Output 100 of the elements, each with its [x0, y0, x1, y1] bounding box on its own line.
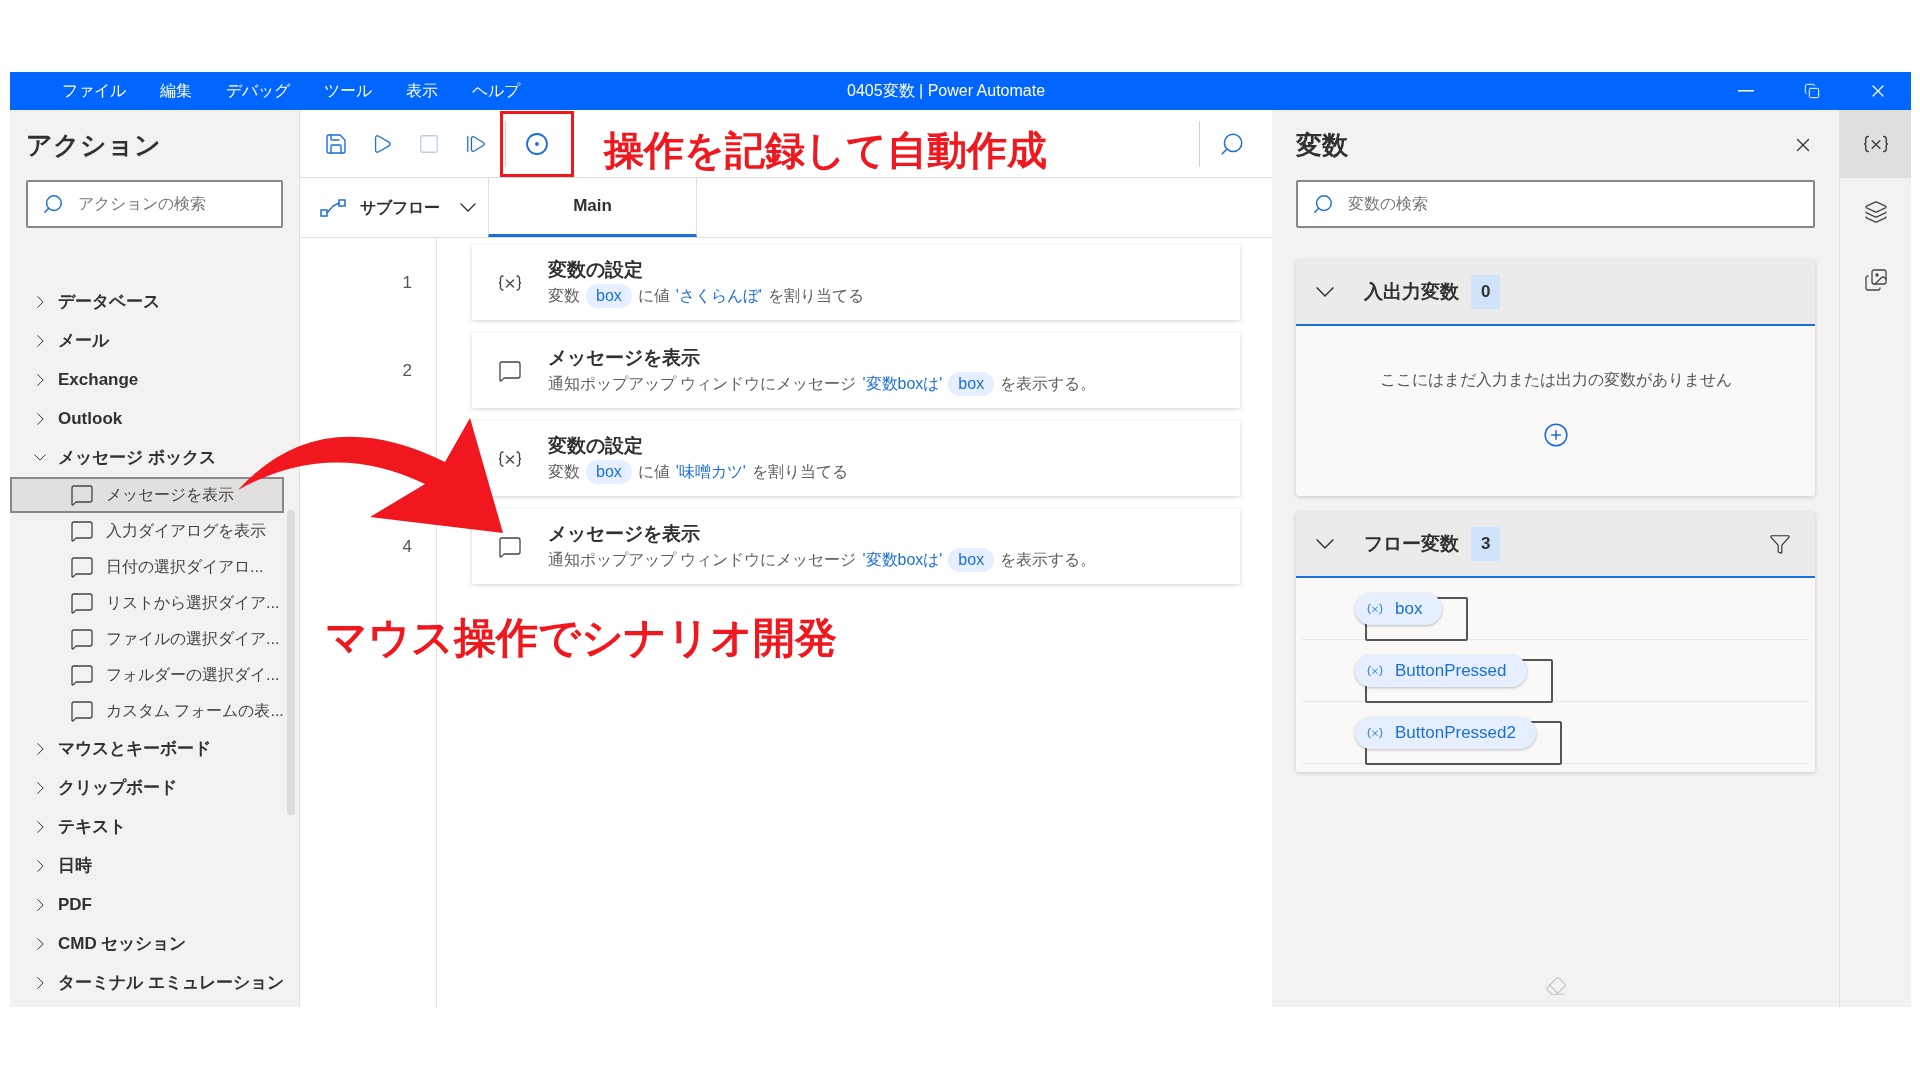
value-literal: '味噌カツ' [675, 461, 746, 482]
variable-chip: box [586, 459, 632, 484]
tree-item[interactable]: データベース [10, 282, 160, 321]
line-number: 4 [402, 535, 412, 558]
section-header[interactable]: フロー変数 3 [1296, 512, 1815, 578]
count-badge: 0 [1471, 275, 1501, 309]
panel-title: 変数 [1296, 128, 1348, 162]
tree-item[interactable]: 入力ダイアログを表示 [10, 513, 284, 549]
record-button[interactable] [500, 110, 574, 177]
message-icon [70, 627, 94, 651]
variable-chip: box [948, 547, 995, 572]
section-title: 入出力変数 [1364, 279, 1459, 304]
restore-icon [1804, 83, 1820, 99]
variable-icon [498, 448, 522, 469]
empty-message: ここにはまだ入力または出力の変数がありません [1379, 370, 1732, 390]
tree-item[interactable]: ターミナル エミュレーション [10, 963, 284, 1002]
variable-icon [1367, 602, 1383, 615]
subflow-icon [320, 197, 346, 218]
chevron-icon [36, 898, 44, 911]
tree-item[interactable]: Outlook [10, 399, 123, 438]
add-button[interactable] [1542, 422, 1569, 448]
variable-chip[interactable]: ButtonPressed [1355, 654, 1527, 687]
variable-chip[interactable]: ButtonPressed2 [1355, 716, 1536, 749]
tab[interactable]: Main [488, 178, 697, 237]
minimize-icon [1738, 90, 1754, 92]
variable-chip: box [948, 371, 995, 396]
variable-icon [498, 272, 522, 293]
chevron-icon [36, 859, 44, 872]
message-icon [70, 483, 94, 507]
tree-item[interactable]: フォルダーの選択ダイ... [10, 657, 284, 693]
action-title: 変数の設定 [548, 257, 644, 282]
menu-item[interactable]: ツール [322, 79, 374, 103]
value-literal: '変数boxは' [862, 549, 943, 570]
message-icon [70, 555, 94, 579]
add-icon [1542, 422, 1569, 448]
search-icon [1312, 193, 1334, 215]
search-field[interactable]: 変数の検索 [1296, 180, 1815, 228]
chevron-icon [36, 373, 44, 386]
tree-item[interactable]: カスタム フォームの表... [10, 693, 284, 729]
tree-item[interactable]: Exchange [10, 360, 139, 399]
tree-item[interactable]: PDF [10, 885, 92, 924]
menu-item[interactable]: ファイル [60, 79, 128, 103]
section-header[interactable]: 入出力変数 0 [1296, 260, 1815, 326]
images-icon [1863, 268, 1888, 292]
menu-item[interactable]: 表示 [404, 79, 440, 103]
tree-item[interactable]: マウスとキーボード [10, 729, 211, 768]
step-text: 通知ポップアップ ウィンドウにメッセージ [548, 549, 857, 570]
record-icon [525, 131, 549, 156]
search-field[interactable]: アクションの検索 [26, 180, 283, 228]
message-icon [70, 699, 94, 723]
subflow-button[interactable]: サブフロー [300, 178, 488, 237]
window-title: 0405変数 | Power Automate [847, 81, 1046, 101]
stop-icon [417, 132, 440, 155]
step-text: を表示する。 [1000, 373, 1097, 394]
step-text: に値 [637, 285, 670, 306]
chevron-icon [460, 203, 476, 212]
annotation-text: 操作を記録して自動作成 [604, 126, 1047, 174]
step-text: 通知ポップアップ ウィンドウにメッセージ [548, 373, 857, 394]
value-literal: '変数boxは' [862, 373, 943, 394]
tree-item[interactable]: CMD セッション [10, 924, 187, 963]
action-card[interactable]: 変数の設定 変数 box に値 '味噌カツ' を割り当てる [472, 421, 1240, 496]
section-title: フロー変数 [1364, 531, 1459, 556]
chevron-icon [36, 937, 44, 950]
menu-item[interactable]: ヘルプ [470, 79, 522, 103]
tree-item[interactable]: メッセージ ボックス [10, 438, 216, 477]
variable-icon [1862, 134, 1889, 154]
step-text: を割り当てる [767, 285, 864, 306]
step-text: を表示する。 [1000, 549, 1097, 570]
step-text: に値 [637, 461, 670, 482]
variables-tab[interactable] [1840, 110, 1911, 178]
step-text: を割り当てる [751, 461, 848, 482]
line-number: 1 [402, 271, 412, 294]
action-card[interactable]: メッセージを表示 通知ポップアップ ウィンドウにメッセージ '変数boxは' box を表示する。 [472, 333, 1240, 408]
value-literal: 'さくらんぼ' [675, 285, 762, 306]
action-card[interactable]: メッセージを表示 通知ポップアップ ウィンドウにメッセージ '変数boxは' box を表示する。 [472, 509, 1240, 584]
chevron-icon [1316, 287, 1334, 297]
tree-item[interactable]: ファイルの選択ダイア... [10, 621, 284, 657]
variable-chip[interactable]: box [1355, 592, 1443, 625]
tree-item[interactable]: テキスト [10, 807, 126, 846]
menu-item[interactable]: デバッグ [224, 79, 292, 103]
step-text: 変数 [548, 285, 580, 306]
action-title: 変数の設定 [548, 433, 644, 458]
annotation-text: マウス操作でシナリオ開発 [325, 613, 837, 663]
chevron-icon [36, 412, 44, 425]
action-card[interactable]: 変数の設定 変数 box に値 'さくらんぼ' を割り当てる [472, 245, 1240, 320]
variable-chip: box [586, 283, 632, 308]
eraser-icon [1544, 975, 1567, 997]
panel-title: アクション [26, 128, 161, 162]
tree-item[interactable]: クリップボード [10, 768, 177, 807]
tree-item[interactable]: 日時 [10, 846, 92, 885]
tree-item[interactable]: 日付の選択ダイアロ... [10, 549, 284, 585]
chevron-icon [36, 976, 44, 989]
chevron-icon [36, 820, 44, 833]
message-icon [70, 591, 94, 615]
tree-item[interactable]: メール [10, 321, 109, 360]
step-text: 変数 [548, 461, 580, 482]
tree-item[interactable]: メッセージを表示 [10, 477, 284, 513]
tree-item[interactable]: リストから選択ダイア... [10, 585, 284, 621]
save-icon [324, 131, 348, 156]
menu-item[interactable]: 編集 [158, 79, 194, 103]
